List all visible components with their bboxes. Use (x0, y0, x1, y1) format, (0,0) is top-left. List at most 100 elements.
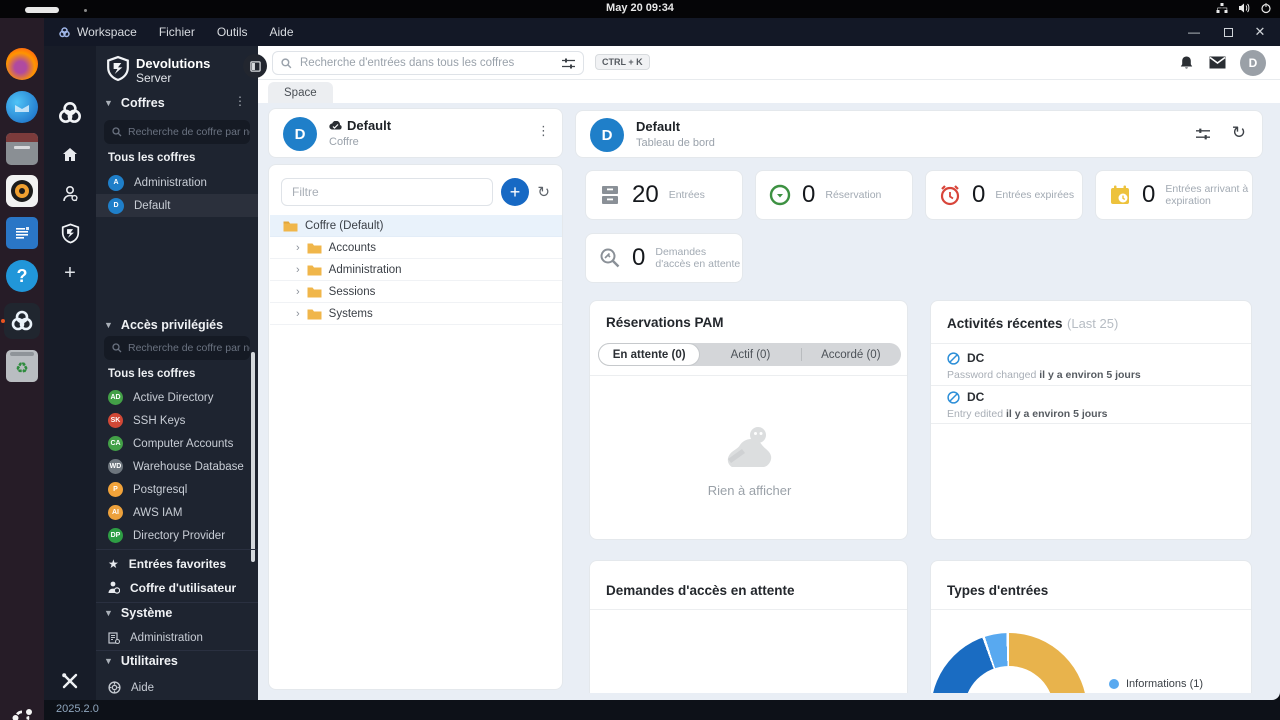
help-icon[interactable]: ? (6, 260, 38, 292)
legend-item[interactable]: Informations (1) (1109, 678, 1203, 690)
tree-root-row[interactable]: Coffre (Default) (270, 215, 562, 237)
menu-workspace[interactable]: Workspace (58, 25, 137, 39)
alarm-icon (938, 183, 962, 207)
devolutions-dock-icon[interactable] (6, 305, 38, 337)
menu-outils[interactable]: Outils (217, 25, 248, 39)
sidebar-item-computer-accounts[interactable]: CA Computer Accounts (96, 432, 258, 455)
folder-icon (307, 264, 322, 276)
trash-icon[interactable]: ♻ (6, 350, 38, 382)
chevron-right-icon: › (296, 307, 300, 320)
system-tray[interactable] (1216, 2, 1272, 14)
global-search-input[interactable]: Recherche d'entrées dans tous les coffre… (272, 51, 584, 75)
sidebar-item-active-directory[interactable]: AD Active Directory (96, 386, 258, 409)
pam-section-header[interactable]: ▼ Accès privilégiés (104, 318, 223, 332)
user-key-icon[interactable] (44, 177, 96, 211)
collapse-sidebar-button[interactable] (243, 54, 267, 78)
rhythmbox-icon[interactable] (6, 175, 38, 207)
activity-row[interactable]: DC (947, 351, 984, 365)
divider (800, 348, 802, 361)
divider (96, 650, 258, 651)
files-icon[interactable] (6, 133, 38, 165)
window-minimize-button[interactable]: — (1180, 18, 1208, 46)
stat-pending-requests[interactable]: 0 Demandes d'accès en attente (585, 233, 743, 283)
activity-row[interactable]: DC (947, 390, 984, 404)
home-icon[interactable] (44, 138, 96, 172)
window-maximize-button[interactable] (1214, 18, 1242, 46)
tab-accorde[interactable]: Accordé (0) (800, 343, 901, 366)
mail-icon[interactable] (1209, 56, 1226, 69)
pam-card-title: Réservations PAM (606, 315, 724, 330)
pam-search-input[interactable]: Recherche de coffre par nom (104, 336, 250, 360)
dashboard-refresh-icon[interactable]: ↻ (1232, 123, 1246, 143)
system-clock[interactable]: May 20 09:34 (0, 2, 1280, 14)
stat-expired[interactable]: 0 Entrées expirées (925, 170, 1083, 220)
tools-icon[interactable] (44, 664, 96, 698)
add-entry-button[interactable]: + (501, 178, 529, 206)
tree-row-sessions[interactable]: › Sessions (270, 281, 562, 303)
sidebar-item-directory-provider[interactable]: DP Directory Provider (96, 524, 258, 547)
ubuntu-logo-icon[interactable] (6, 702, 38, 720)
sidebar-scrollbar[interactable] (251, 352, 255, 562)
pam-reservations-card: Réservations PAM En attente (0) Actif (0… (589, 300, 908, 540)
chevron-right-icon: › (296, 263, 300, 276)
window-close-button[interactable]: ✕ (1246, 18, 1274, 46)
sidebar-item-aws-iam[interactable]: AI AWS IAM (96, 501, 258, 524)
sidebar-item-ssh-keys[interactable]: SK SSH Keys (96, 409, 258, 432)
sidebar-item-favorites[interactable]: ★ Entrées favorites (96, 552, 258, 575)
libreoffice-icon[interactable] (6, 217, 38, 249)
vault-panel-header-card: D Default Coffre ⋮ (268, 108, 563, 158)
sidebar-item-administration[interactable]: A Administration (96, 171, 258, 194)
server-shield-icon (106, 55, 130, 82)
folder-icon (307, 286, 322, 298)
sidebar-item-warehouse-database[interactable]: WD Warehouse Database (96, 455, 258, 478)
dashboard-subtitle: Tableau de bord (636, 137, 715, 149)
entry-types-card: Types d'entrées Informations (1) (930, 560, 1252, 693)
tab-space[interactable]: Space (268, 82, 333, 103)
pam-empty-text: Rien à afficher (707, 483, 792, 498)
app-subtitle: Server (136, 71, 172, 85)
search-icon (112, 127, 122, 137)
power-icon[interactable] (1260, 2, 1272, 14)
notifications-bell-icon[interactable] (1179, 55, 1194, 71)
sidebar-item-default[interactable]: D Default (96, 194, 258, 217)
pam-group-label: Tous les coffres (108, 368, 196, 380)
sidebar-item-user-vault[interactable]: Coffre d'utilisateur (96, 576, 258, 599)
firefox-icon[interactable] (6, 48, 38, 80)
stat-entries[interactable]: 20 Entrées (585, 170, 743, 220)
vault-search-input[interactable]: Recherche de coffre par nom (104, 120, 250, 144)
app-title: Devolutions (136, 56, 211, 71)
coffres-kebab-icon[interactable]: ⋮ (234, 94, 246, 108)
sidebar-item-aide[interactable]: Aide (96, 676, 258, 699)
dashboard-header-card: D Default Tableau de bord ↻ (575, 110, 1263, 158)
tree-filter-input[interactable]: Filtre (281, 178, 493, 206)
sidebar: Devolutions Server ▼ Coffres ⋮ Recherche… (96, 46, 258, 700)
sidebar-item-postgresql[interactable]: P Postgresql (96, 478, 258, 501)
thunderbird-icon[interactable] (6, 91, 38, 123)
dashboard-filter-icon[interactable] (1196, 128, 1210, 140)
refresh-icon[interactable]: ↻ (537, 183, 550, 201)
sidebar-item-system-administration[interactable]: Administration (96, 626, 258, 649)
vault-avatar: CA (108, 436, 123, 451)
vault-kebab-icon[interactable]: ⋮ (537, 123, 550, 139)
utilities-section-header[interactable]: ▼ Utilitaires (104, 654, 178, 668)
network-icon[interactable] (1216, 2, 1228, 14)
tab-actif[interactable]: Actif (0) (700, 343, 800, 366)
tab-en-attente[interactable]: En attente (0) (598, 343, 701, 366)
volume-icon[interactable] (1238, 2, 1250, 14)
menu-fichier[interactable]: Fichier (159, 25, 195, 39)
system-section-header[interactable]: ▼ Système (104, 606, 172, 620)
vaults-shield-icon[interactable] (44, 216, 96, 250)
menu-aide[interactable]: Aide (270, 25, 294, 39)
add-vault-icon[interactable]: + (44, 256, 96, 290)
ubuntu-dock: ? ♻ (0, 18, 44, 720)
window-footer: 2025.2.0 (44, 700, 1280, 720)
stat-expiring[interactable]: 0 Entrées arrivant à expiration (1095, 170, 1253, 220)
tree-row-systems[interactable]: › Systems (270, 303, 562, 325)
search-icon (112, 343, 122, 353)
coffres-section-header[interactable]: ▼ Coffres (104, 96, 165, 110)
filter-sliders-icon[interactable] (562, 58, 575, 69)
tree-row-administration[interactable]: › Administration (270, 259, 562, 281)
stat-reservation[interactable]: 0 Réservation (755, 170, 913, 220)
tree-row-accounts[interactable]: › Accounts (270, 237, 562, 259)
user-avatar[interactable]: D (1240, 50, 1266, 76)
